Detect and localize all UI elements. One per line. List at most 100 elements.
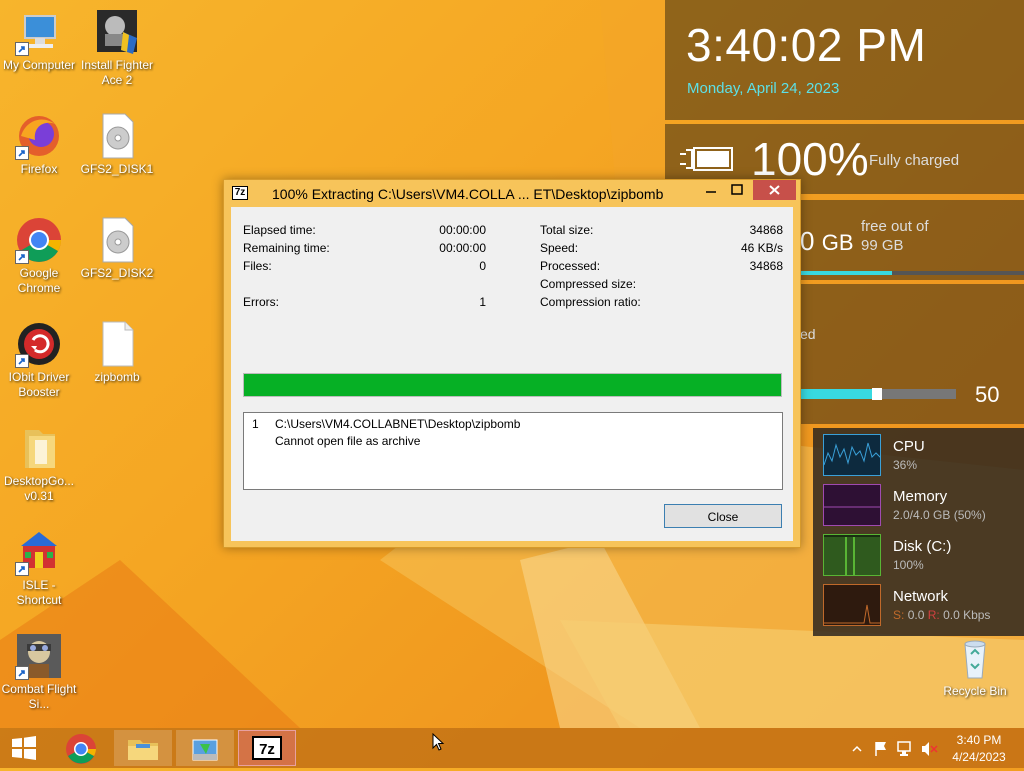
svg-text:7z: 7z [259, 741, 275, 758]
desktop-icon-label: IObit Driver Booster [8, 370, 70, 399]
cpu-value: 36% [893, 458, 918, 472]
desktop-icon-zipbomb[interactable]: zipbomb [78, 320, 156, 385]
error-log-list[interactable]: 1 C:\Users\VM4.COLLABNET\Desktop\zipbomb… [243, 412, 783, 490]
installer-taskbar-button[interactable] [176, 730, 234, 766]
network-graph [823, 584, 881, 626]
desktop-icon-label: zipbomb [94, 370, 140, 384]
7zip-icon: 7z [252, 736, 282, 760]
isle-icon [15, 528, 63, 576]
log-item-index: 1 [252, 417, 259, 431]
extraction-dialog: 7z 100% Extracting C:\Users\VM4.COLLA ..… [223, 179, 801, 548]
total-size-label: Total size: [540, 223, 594, 237]
disk-usage-bar [800, 271, 1024, 275]
battery-icon [680, 144, 736, 177]
extraction-progress-bar [243, 373, 782, 397]
disk-graph [823, 534, 881, 576]
show-hidden-icons-icon [852, 745, 862, 752]
driver-booster-icon [15, 320, 63, 368]
compression-ratio-label: Compression ratio: [540, 295, 641, 309]
maximize-button[interactable] [724, 180, 750, 200]
perf-cpu[interactable]: CPU 36% [823, 434, 1023, 478]
taskbar-clock[interactable]: 3:40 PM 4/24/2023 [944, 728, 1014, 768]
desktop-icon-desktopgo[interactable]: DesktopGo... v0.31 [0, 424, 78, 504]
perf-memory[interactable]: Memory 2.0/4.0 GB (50%) [823, 484, 1023, 528]
chrome-icon [15, 216, 63, 264]
volume-value: 50 [975, 382, 1000, 407]
volume-widget: ed 50 [800, 284, 1024, 424]
desktop-icon-label: Install Fighter Ace 2 [80, 58, 154, 87]
disk-free-value: 0 GB [800, 226, 854, 256]
desktop-icon-label: GFS2_DISK1 [80, 162, 154, 176]
taskbar-date: 4/24/2023 [952, 750, 1006, 764]
start-button[interactable] [0, 730, 48, 766]
perf-disk[interactable]: Disk (C:) 100% [823, 534, 1023, 578]
windows-logo-icon [12, 736, 36, 760]
computer-icon [15, 8, 63, 56]
clock-time: 3:40:02 PM [686, 19, 927, 71]
folder-icon [128, 740, 158, 760]
errors-label: Errors: [243, 295, 279, 309]
processed-label: Processed: [540, 259, 601, 273]
chrome-icon [66, 734, 96, 764]
desktop-icon-google-chrome[interactable]: Google Chrome [0, 216, 78, 296]
file-explorer-taskbar-button[interactable] [114, 730, 172, 766]
cpu-graph [823, 434, 881, 476]
clock-date: Monday, April 24, 2023 [687, 80, 840, 97]
perf-network[interactable]: Network S: 0.0 R: 0.0 Kbps [823, 584, 1023, 628]
memory-value: 2.0/4.0 GB (50%) [893, 508, 986, 522]
files-value: 0 [479, 259, 486, 273]
folder-icon [15, 424, 63, 472]
desktop-icon-label: Recycle Bin [943, 684, 1007, 698]
elapsed-time-label: Elapsed time: [243, 223, 316, 237]
volume-slider[interactable] [800, 388, 956, 400]
disk-free-label: free out of [861, 218, 929, 235]
desktop-icon-isle-shortcut[interactable]: ISLE - Shortcut [0, 528, 78, 608]
volume-slider-knob[interactable] [871, 388, 882, 400]
desktop-icon-gfs2-disk1[interactable]: GFS2_DISK1 [78, 112, 156, 177]
system-tray [850, 728, 940, 768]
minimize-button[interactable] [698, 180, 724, 200]
close-button[interactable]: Close [664, 504, 782, 528]
desktop-icon-recycle-bin[interactable]: Recycle Bin [936, 634, 1014, 699]
volume-label-fragment: ed [800, 326, 816, 342]
desktop-icon-install-fighter-ace[interactable]: Install Fighter Ace 2 [78, 8, 156, 88]
installer-icon [93, 8, 141, 56]
desktop-icon-label: ISLE - Shortcut [16, 578, 62, 607]
log-item-path: C:\Users\VM4.COLLABNET\Desktop\zipbomb [275, 417, 521, 431]
files-label: Files: [243, 259, 272, 273]
dialog-client-area: Elapsed time: 00:00:00 Remaining time: 0… [231, 207, 793, 541]
disk-space-widget: 0 GB free out of 99 GB [800, 200, 1024, 280]
desktop-icon-my-computer[interactable]: My Computer [0, 8, 78, 73]
setup-icon [192, 739, 218, 761]
combat-flight-icon [15, 632, 63, 680]
close-window-button[interactable] [753, 180, 796, 200]
memory-label: Memory [893, 488, 948, 505]
desktop-icon-label: GFS2_DISK2 [80, 266, 154, 280]
desktop-icon-gfs2-disk2[interactable]: GFS2_DISK2 [78, 216, 156, 281]
disc-file-icon [93, 112, 141, 160]
desktop-icon-combat-flight[interactable]: Combat Flight Si... [0, 632, 78, 712]
memory-graph [823, 484, 881, 526]
volume-muted-icon [922, 742, 938, 756]
disk-total: 99 GB [861, 237, 904, 254]
7zip-icon: 7z [232, 186, 248, 200]
7zip-taskbar-button[interactable]: 7z [238, 730, 296, 766]
errors-value: 1 [479, 295, 486, 309]
taskbar: 7z 3:40 PM 4/24/2023 [0, 728, 1024, 768]
total-size-value: 34868 [749, 223, 783, 237]
disk-value: 100% [893, 558, 924, 572]
processed-value: 34868 [749, 259, 783, 273]
disk-label: Disk (C:) [893, 538, 952, 555]
chrome-taskbar-button[interactable] [52, 730, 110, 766]
elapsed-time-value: 00:00:00 [439, 223, 486, 237]
desktop-icon-label: Google Chrome [17, 266, 61, 295]
taskbar-time: 3:40 PM [956, 733, 1002, 747]
speed-value: 46 KB/s [740, 241, 783, 255]
speed-label: Speed: [540, 241, 579, 255]
desktop-icon-iobit-driver-booster[interactable]: IObit Driver Booster [0, 320, 78, 400]
dialog-titlebar[interactable]: 7z 100% Extracting C:\Users\VM4.COLLA ..… [224, 180, 800, 206]
desktop-icon-label: Firefox [20, 162, 58, 176]
clock-widget: 3:40:02 PM Monday, April 24, 2023 [665, 0, 1024, 120]
blank-file-icon [93, 320, 141, 368]
desktop-icon-firefox[interactable]: Firefox [0, 112, 78, 177]
